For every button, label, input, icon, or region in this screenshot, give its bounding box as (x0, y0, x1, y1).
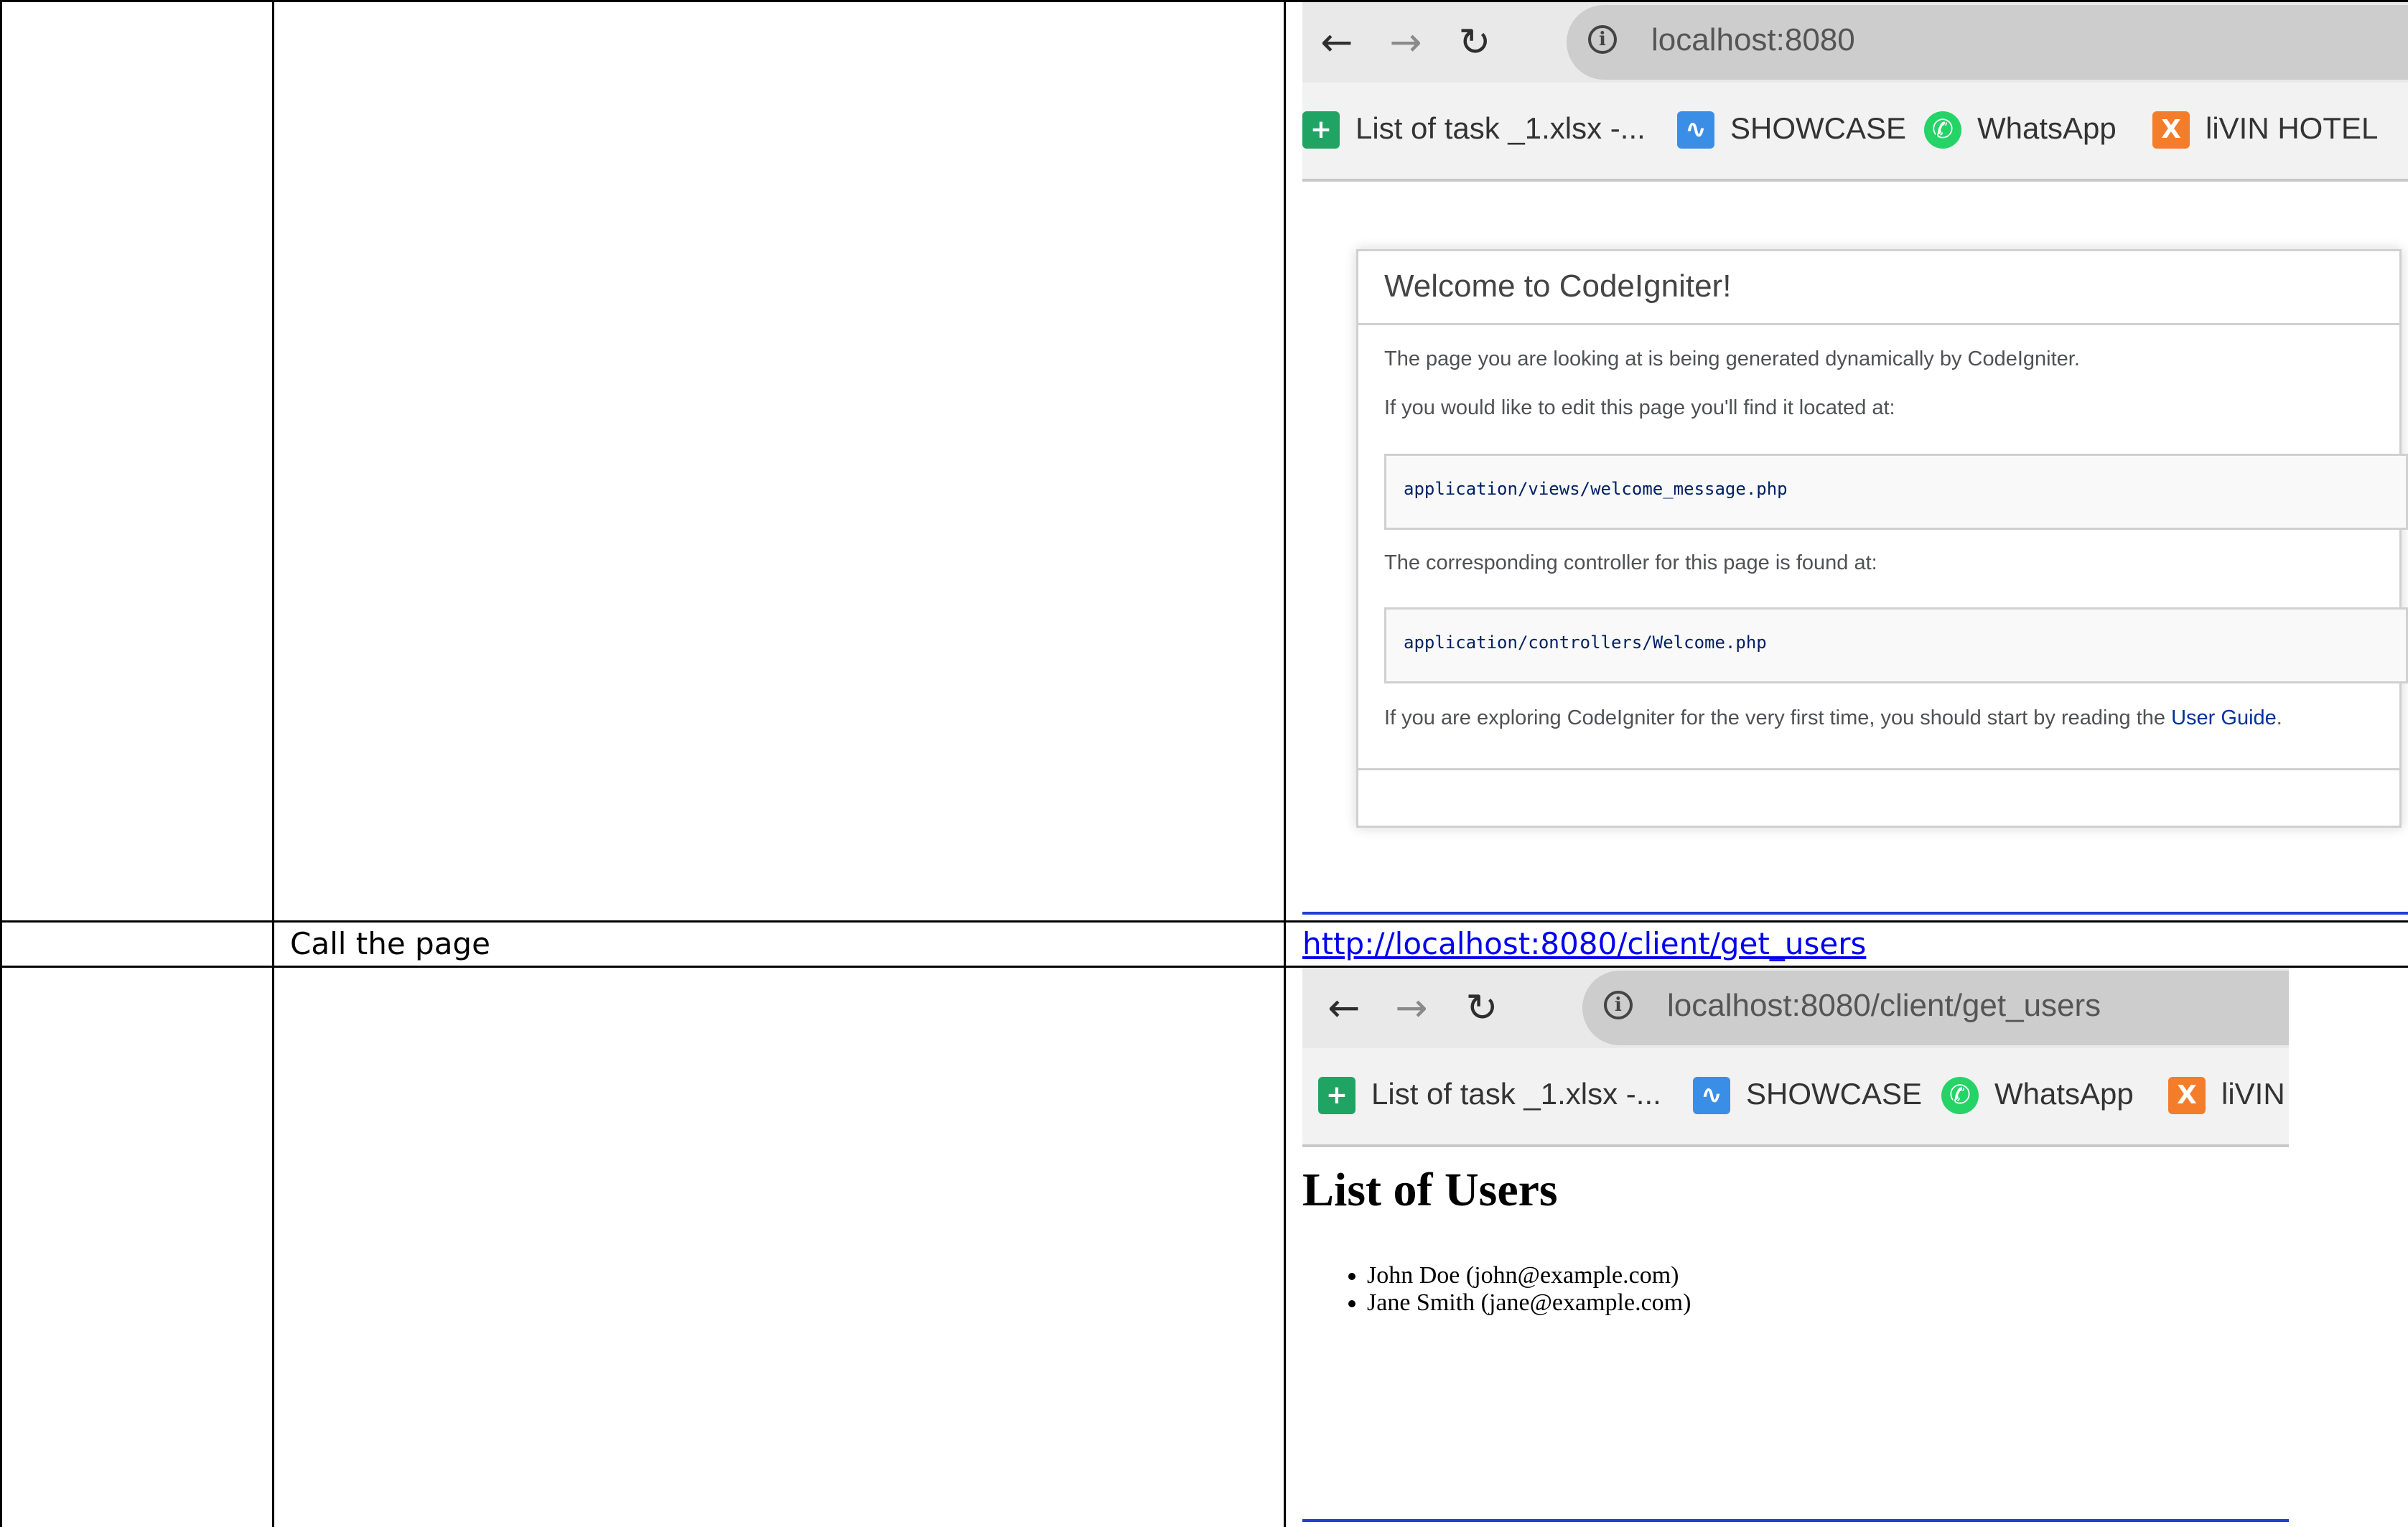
users-heading: List of Users (1302, 1164, 1558, 1216)
address-bar[interactable]: i localhost:8080/client/get_users (1582, 971, 2289, 1045)
forward-arrow-icon[interactable]: → (1386, 22, 1426, 62)
table-column-divider (272, 0, 274, 1527)
browser-toolbar: ← → ↻ i localhost:8080 (1302, 2, 2408, 83)
showcase-icon: ∿ (1677, 111, 1714, 149)
users-list: John Doe (john@example.com) Jane Smith (… (1331, 1262, 1691, 1317)
image-bottom-rule (1302, 912, 2408, 915)
code-block-controller: application/controllers/Welcome.php (1384, 607, 2408, 683)
controller-location-text: The corresponding controller for this pa… (1384, 551, 1877, 574)
xampp-icon: X (2168, 1077, 2206, 1114)
browser-toolbar: ← → ↻ i localhost:8080/client/get_users (1302, 968, 2289, 1048)
sheets-icon: + (1302, 111, 1340, 149)
user-guide-link[interactable]: User Guide (2171, 706, 2277, 729)
browser-screenshot-users: ← → ↻ i localhost:8080/client/get_users … (1302, 968, 2289, 1521)
whatsapp-icon: ✆ (1941, 1077, 1979, 1114)
intro-text: The page you are looking at is being gen… (1384, 347, 2080, 370)
info-icon[interactable]: i (1588, 25, 1617, 54)
bookmark-label: WhatsApp (1977, 111, 2117, 145)
address-bar[interactable]: i localhost:8080 (1567, 5, 2408, 80)
card-footer-divider (1358, 768, 2399, 770)
table-border-left (0, 0, 2, 1527)
user-guide-suffix: . (2276, 706, 2282, 729)
reload-icon[interactable]: ↻ (1455, 22, 1495, 62)
bookmarks-bar: + List of task _1.xlsx -... ∿ SHOWCASE ✆… (1302, 83, 2408, 182)
whatsapp-icon: ✆ (1924, 111, 1961, 149)
code-block-view: application/views/welcome_message.php (1384, 454, 2408, 530)
browser-screenshot-welcome: ← → ↻ i localhost:8080 + List of task _1… (1302, 2, 2408, 915)
user-guide-text: If you are exploring CodeIgniter for the… (1384, 706, 2282, 730)
page-title: Welcome to CodeIgniter! (1384, 268, 1732, 304)
xampp-icon: X (2152, 111, 2190, 149)
get-users-url-link[interactable]: http://localhost:8080/client/get_users (1302, 926, 1866, 961)
table-row-divider (0, 920, 2408, 923)
bookmark-label: liVIN (2221, 1077, 2285, 1111)
reload-icon[interactable]: ↻ (1462, 988, 1502, 1028)
back-arrow-icon[interactable]: ← (1324, 988, 1364, 1028)
address-bar-url: localhost:8080 (1651, 22, 1855, 57)
view-path-code: application/views/welcome_message.php (1404, 479, 1788, 499)
step-description: Call the page (290, 926, 490, 961)
bookmark-label: List of task _1.xlsx -... (1355, 111, 1646, 145)
user-guide-prefix: If you are exploring CodeIgniter for the… (1384, 706, 2172, 729)
info-icon[interactable]: i (1604, 991, 1633, 1019)
bookmark-label: SHOWCASE (1746, 1077, 1923, 1111)
back-arrow-icon[interactable]: ← (1317, 22, 1357, 62)
controller-path-code: application/controllers/Welcome.php (1404, 632, 1767, 653)
bookmark-label: liVIN HOTEL (2206, 111, 2379, 145)
showcase-icon: ∿ (1693, 1077, 1730, 1114)
codeigniter-welcome-card: Welcome to CodeIgniter! The page you are… (1356, 249, 2408, 828)
view-location-text: If you would like to edit this page you'… (1384, 396, 1895, 419)
bookmark-label: List of task _1.xlsx -... (1371, 1077, 1661, 1111)
bookmark-label: WhatsApp (1994, 1077, 2134, 1111)
bookmarks-bar: + List of task _1.xlsx -... ∿ SHOWCASE ✆… (1302, 1048, 2289, 1147)
list-item: John Doe (john@example.com) (1367, 1262, 1691, 1289)
table-column-divider (1284, 0, 1286, 1527)
bookmark-label: SHOWCASE (1730, 111, 1907, 145)
image-bottom-rule (1302, 1519, 2289, 1522)
card-header: Welcome to CodeIgniter! (1358, 251, 2399, 325)
list-item: Jane Smith (jane@example.com) (1367, 1289, 1691, 1317)
address-bar-url: localhost:8080/client/get_users (1667, 988, 2101, 1023)
sheets-icon: + (1318, 1077, 1355, 1114)
forward-arrow-icon[interactable]: → (1391, 988, 1432, 1028)
